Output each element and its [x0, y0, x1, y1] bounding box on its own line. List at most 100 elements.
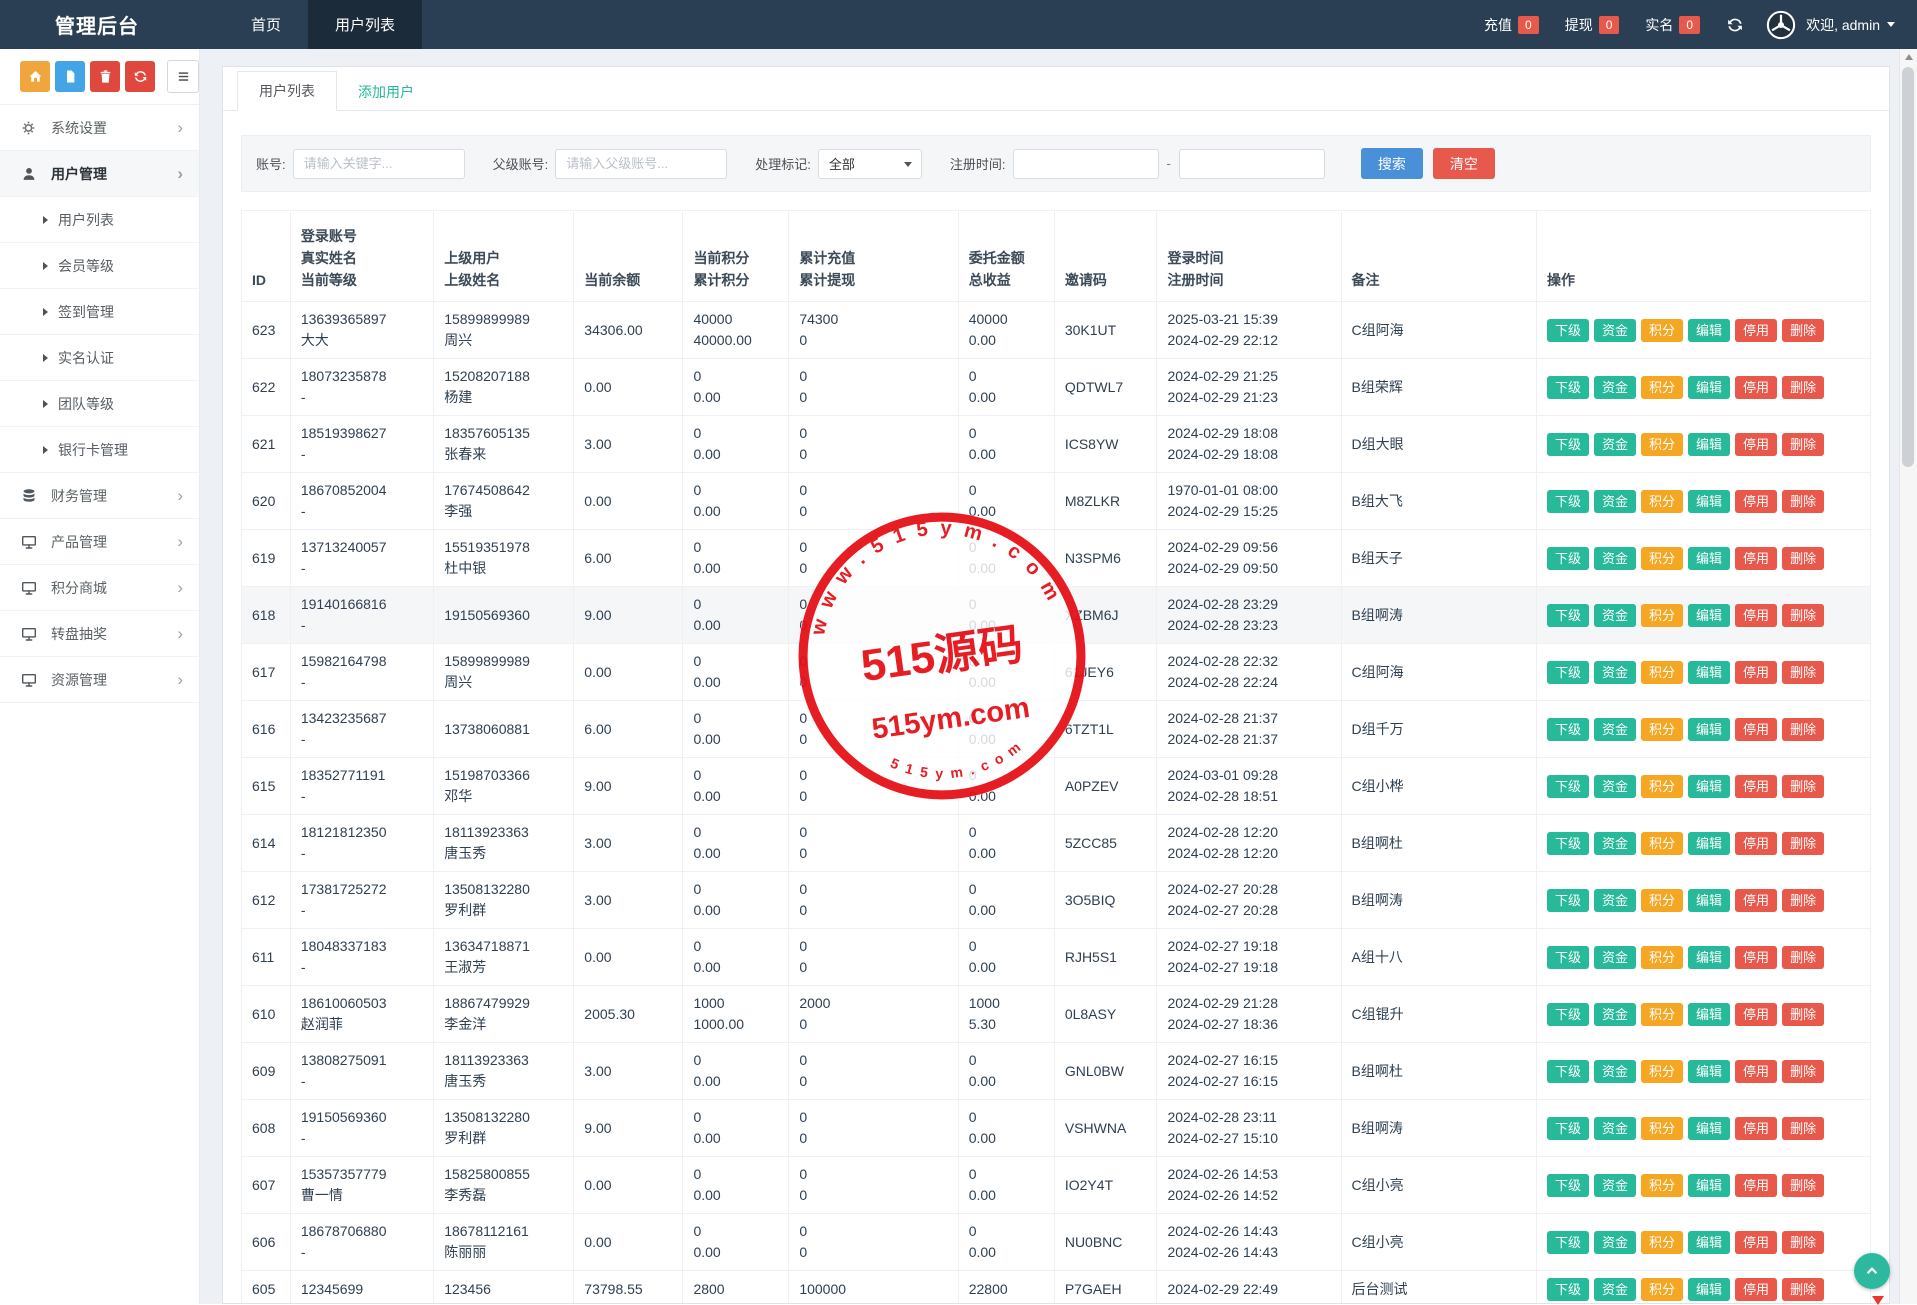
action-button[interactable]: 删除 [1782, 661, 1824, 684]
action-button[interactable]: 资金 [1594, 661, 1636, 684]
action-button[interactable]: 积分 [1641, 1278, 1683, 1301]
sidebar-subitem[interactable]: 团队等级 [0, 381, 199, 427]
action-button[interactable]: 积分 [1641, 1174, 1683, 1197]
sidebar-item[interactable]: 转盘抽奖› [0, 611, 199, 657]
action-button[interactable]: 编辑 [1688, 1003, 1730, 1026]
action-button[interactable]: 下级 [1547, 547, 1589, 570]
action-button[interactable]: 删除 [1782, 1174, 1824, 1197]
action-button[interactable]: 资金 [1594, 1003, 1636, 1026]
action-button[interactable]: 停用 [1735, 775, 1777, 798]
action-button[interactable]: 下级 [1547, 1231, 1589, 1254]
back-to-top-button[interactable] [1854, 1253, 1890, 1289]
action-button[interactable]: 资金 [1594, 1231, 1636, 1254]
sidebar-item[interactable]: 系统设置› [0, 105, 199, 151]
action-button[interactable]: 编辑 [1688, 946, 1730, 969]
action-button[interactable]: 资金 [1594, 1278, 1636, 1301]
action-button[interactable]: 停用 [1735, 661, 1777, 684]
regtime-end-input[interactable] [1179, 149, 1325, 179]
action-button[interactable]: 资金 [1594, 319, 1636, 342]
home-button[interactable] [20, 61, 50, 92]
action-button[interactable]: 积分 [1641, 946, 1683, 969]
action-button[interactable]: 积分 [1641, 661, 1683, 684]
action-button[interactable]: 编辑 [1688, 1174, 1730, 1197]
action-button[interactable]: 资金 [1594, 376, 1636, 399]
action-button[interactable]: 资金 [1594, 490, 1636, 513]
sidebar-subitem[interactable]: 实名认证 [0, 335, 199, 381]
action-button[interactable]: 积分 [1641, 1117, 1683, 1140]
clear-button[interactable]: 清空 [1433, 148, 1495, 179]
navbar-tab[interactable]: 首页 [224, 0, 308, 49]
action-button[interactable]: 下级 [1547, 433, 1589, 456]
sidebar-item[interactable]: 财务管理› [0, 473, 199, 519]
action-button[interactable]: 积分 [1641, 376, 1683, 399]
action-button[interactable]: 停用 [1735, 604, 1777, 627]
action-button[interactable]: 资金 [1594, 889, 1636, 912]
action-button[interactable]: 下级 [1547, 604, 1589, 627]
action-button[interactable]: 删除 [1782, 319, 1824, 342]
action-button[interactable]: 积分 [1641, 1231, 1683, 1254]
action-button[interactable]: 积分 [1641, 718, 1683, 741]
action-button[interactable]: 删除 [1782, 1060, 1824, 1083]
action-button[interactable]: 下级 [1547, 319, 1589, 342]
action-button[interactable]: 停用 [1735, 319, 1777, 342]
action-button[interactable]: 删除 [1782, 547, 1824, 570]
action-button[interactable]: 编辑 [1688, 433, 1730, 456]
sidebar-item[interactable]: 产品管理› [0, 519, 199, 565]
navbar-tab[interactable]: 用户列表 [308, 0, 422, 49]
action-button[interactable]: 删除 [1782, 433, 1824, 456]
action-button[interactable]: 积分 [1641, 889, 1683, 912]
action-button[interactable]: 删除 [1782, 775, 1824, 798]
action-button[interactable]: 积分 [1641, 775, 1683, 798]
nav-stat[interactable]: 提现0 [1565, 15, 1620, 35]
action-button[interactable]: 下级 [1547, 1278, 1589, 1301]
action-button[interactable]: 资金 [1594, 433, 1636, 456]
action-button[interactable]: 下级 [1547, 946, 1589, 969]
content-tab[interactable]: 添加用户 [337, 73, 435, 111]
action-button[interactable]: 编辑 [1688, 1117, 1730, 1140]
action-button[interactable]: 停用 [1735, 547, 1777, 570]
action-button[interactable]: 停用 [1735, 1060, 1777, 1083]
sidebar-item[interactable]: 资源管理› [0, 657, 199, 703]
sidebar-subitem[interactable]: 银行卡管理 [0, 427, 199, 473]
content-tab[interactable]: 用户列表 [237, 71, 337, 111]
action-button[interactable]: 删除 [1782, 718, 1824, 741]
action-button[interactable]: 停用 [1735, 490, 1777, 513]
action-button[interactable]: 编辑 [1688, 604, 1730, 627]
parent-account-input[interactable] [555, 149, 727, 179]
action-button[interactable]: 资金 [1594, 1060, 1636, 1083]
action-button[interactable]: 编辑 [1688, 661, 1730, 684]
action-button[interactable]: 资金 [1594, 604, 1636, 627]
action-button[interactable]: 停用 [1735, 1231, 1777, 1254]
action-button[interactable]: 资金 [1594, 718, 1636, 741]
action-button[interactable]: 资金 [1594, 1117, 1636, 1140]
action-button[interactable]: 编辑 [1688, 547, 1730, 570]
refresh-button[interactable] [125, 61, 155, 92]
welcome-dropdown[interactable]: 欢迎, admin [1806, 15, 1895, 35]
action-button[interactable]: 编辑 [1688, 1278, 1730, 1301]
action-button[interactable]: 编辑 [1688, 889, 1730, 912]
sidebar-subitem[interactable]: 用户列表 [0, 197, 199, 243]
regtime-start-input[interactable] [1013, 149, 1159, 179]
action-button[interactable]: 停用 [1735, 1174, 1777, 1197]
action-button[interactable]: 资金 [1594, 547, 1636, 570]
action-button[interactable]: 积分 [1641, 832, 1683, 855]
action-button[interactable]: 编辑 [1688, 718, 1730, 741]
scrollbar-thumb[interactable] [1902, 67, 1914, 467]
action-button[interactable]: 下级 [1547, 889, 1589, 912]
action-button[interactable]: 停用 [1735, 718, 1777, 741]
nav-stat[interactable]: 充值0 [1484, 15, 1539, 35]
action-button[interactable]: 停用 [1735, 1117, 1777, 1140]
action-button[interactable]: 删除 [1782, 1003, 1824, 1026]
action-button[interactable]: 编辑 [1688, 1231, 1730, 1254]
action-button[interactable]: 编辑 [1688, 1060, 1730, 1083]
action-button[interactable]: 删除 [1782, 1278, 1824, 1301]
action-button[interactable]: 资金 [1594, 775, 1636, 798]
nav-stat[interactable]: 实名0 [1645, 15, 1700, 35]
action-button[interactable]: 下级 [1547, 775, 1589, 798]
action-button[interactable]: 停用 [1735, 433, 1777, 456]
action-button[interactable]: 删除 [1782, 490, 1824, 513]
action-button[interactable]: 停用 [1735, 376, 1777, 399]
sidebar-subitem[interactable]: 签到管理 [0, 289, 199, 335]
action-button[interactable]: 下级 [1547, 490, 1589, 513]
action-button[interactable]: 删除 [1782, 604, 1824, 627]
